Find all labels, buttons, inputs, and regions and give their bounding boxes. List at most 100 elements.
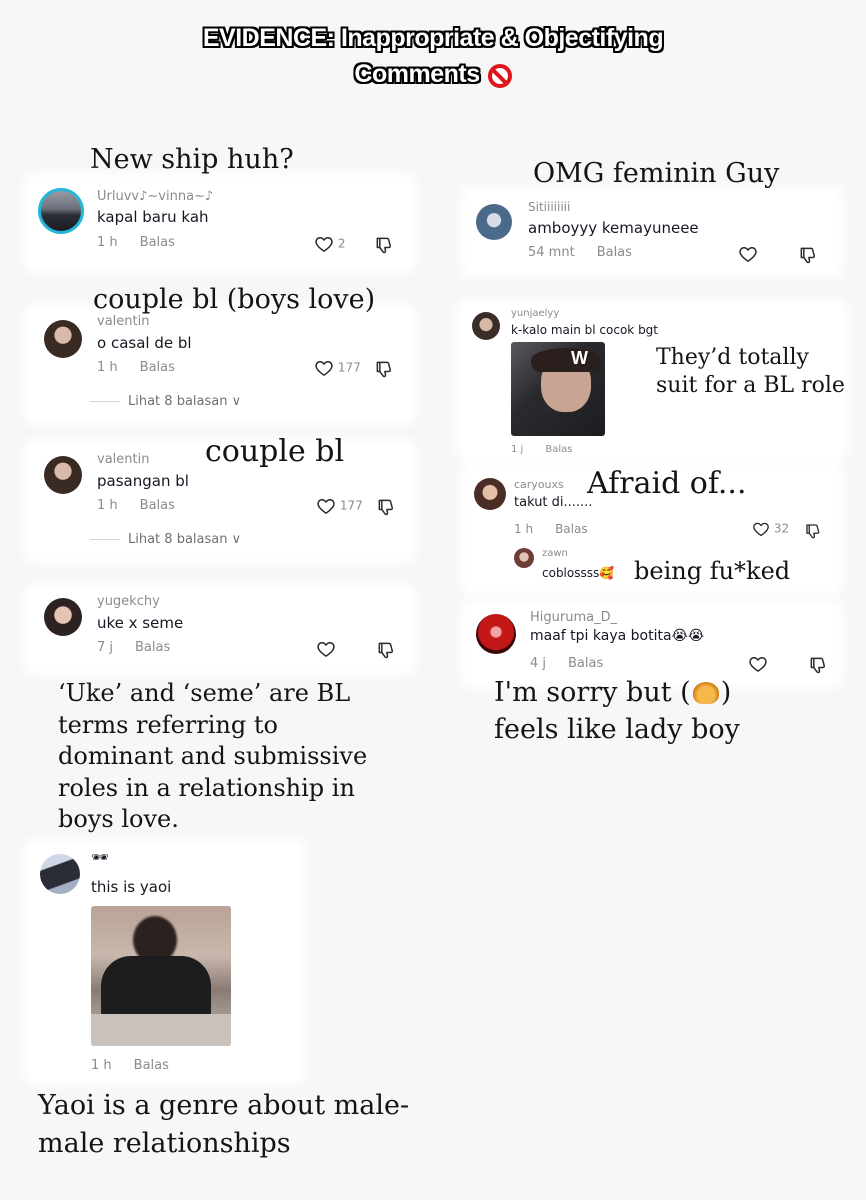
comment-username[interactable]: 🕶 xyxy=(91,850,109,866)
thumbs-down-icon xyxy=(376,497,396,517)
like-count: 2 xyxy=(337,236,346,251)
heart-outline-icon xyxy=(316,639,336,659)
like-button[interactable]: 177 xyxy=(316,496,363,516)
annotation-line: male relationships xyxy=(38,1128,291,1159)
comment-text: pasangan bl xyxy=(97,472,189,490)
heart-outline-icon xyxy=(314,234,334,254)
avatar[interactable] xyxy=(476,204,512,240)
dislike-button[interactable] xyxy=(376,496,396,517)
like-button[interactable]: 2 xyxy=(314,234,345,254)
like-button[interactable] xyxy=(316,639,336,659)
comment-card-5: 🕶 this is yaoi 1 h Balas xyxy=(30,844,300,1080)
heart-outline-icon xyxy=(738,244,758,264)
like-count: 177 xyxy=(337,360,361,375)
reply-button[interactable]: Balas xyxy=(140,235,175,250)
thumbs-down-icon xyxy=(376,640,396,660)
reply-button[interactable]: Balas xyxy=(134,1058,169,1073)
avatar[interactable] xyxy=(44,456,82,494)
comment-text: o casal de bl xyxy=(97,334,192,352)
comment-text: takut di....... xyxy=(514,495,593,510)
comment-username[interactable]: Urluvv♪~vinna~♪ xyxy=(97,189,213,204)
comment-username[interactable]: valentin xyxy=(97,452,149,467)
comment-time: 1 h xyxy=(514,522,534,536)
evidence-title: EVIDENCE: Inappropriate & Objectifying xyxy=(202,24,664,52)
annotation-afraid-of: Afraid of... xyxy=(587,466,747,501)
annotation-couple-bl: couple bl xyxy=(205,434,345,469)
annotation-line: dominant and submissive xyxy=(58,742,368,770)
avatar[interactable] xyxy=(514,548,534,568)
comment-username[interactable]: Higuruma_D_ xyxy=(530,610,617,625)
comment-time: 7 j xyxy=(97,640,114,655)
reply-button[interactable]: Balas xyxy=(140,498,175,513)
dislike-button[interactable] xyxy=(374,358,394,379)
annotation-line: ‘Uke’ and ‘seme’ are BL xyxy=(58,679,351,707)
dislike-button[interactable] xyxy=(374,234,394,255)
comment-meta: 1 h Balas xyxy=(514,522,588,536)
reply-button[interactable]: Balas xyxy=(135,640,170,655)
annotation-line: suit for a BL role xyxy=(656,373,845,398)
reply-button[interactable]: Balas xyxy=(140,360,175,375)
annotation-line: boys love. xyxy=(58,805,179,833)
dislike-button[interactable] xyxy=(376,639,396,660)
comment-text: amboyyy kemayuneee xyxy=(528,219,699,237)
avatar[interactable] xyxy=(40,854,80,894)
comment-text: maaf tpi kaya botita😭😭 xyxy=(530,628,705,644)
thumbs-down-icon xyxy=(808,655,828,675)
like-button[interactable]: 177 xyxy=(314,358,361,378)
comment-photo[interactable]: W xyxy=(511,342,605,436)
avatar[interactable] xyxy=(476,614,516,654)
annotation-text: I'm sorry but ( xyxy=(494,677,691,708)
comment-username[interactable]: yugekchy xyxy=(97,594,160,609)
comment-meta: 1 j Balas xyxy=(511,444,572,455)
annotation-line: feels like lady boy xyxy=(494,714,740,745)
thumbs-down-icon xyxy=(804,522,822,540)
like-button[interactable] xyxy=(738,244,758,264)
dislike-button[interactable] xyxy=(804,520,822,540)
annotation-text: ) xyxy=(720,677,732,708)
comment-time: 1 j xyxy=(511,444,524,455)
view-replies-button[interactable]: Lihat 8 balasan ∨ xyxy=(90,394,241,409)
prohibited-icon xyxy=(487,64,512,88)
like-button[interactable] xyxy=(748,654,768,674)
view-replies-button[interactable]: Lihat 8 balasan ∨ xyxy=(90,532,241,547)
reply-button[interactable]: Balas xyxy=(597,245,632,260)
avatar[interactable] xyxy=(44,598,82,636)
annotation-couple-bl-boys-love: couple bl (boys love) xyxy=(93,284,376,315)
comment-username[interactable]: caryouxs xyxy=(514,478,564,491)
like-count: 177 xyxy=(339,498,363,513)
annotation-being: being fu*ked xyxy=(634,557,791,585)
croissant-emoji xyxy=(692,682,719,704)
comment-time: 1 h xyxy=(97,498,118,513)
comment-meta: 1 h Balas xyxy=(97,360,175,375)
heart-outline-icon xyxy=(314,358,334,378)
comment-username[interactable]: Sitiiiiiiii xyxy=(528,200,570,214)
comment-card-1: Urluvv♪~vinna~♪ kapal baru kah 1 h Balas … xyxy=(30,178,410,268)
heart-outline-icon xyxy=(752,520,770,538)
comment-username[interactable]: yunjaelyy xyxy=(511,308,559,319)
photo-blanket xyxy=(91,1014,231,1046)
dislike-button[interactable] xyxy=(808,654,828,675)
avatar[interactable] xyxy=(472,312,500,340)
comment-meta: 1 h Balas xyxy=(97,498,175,513)
reply-button[interactable]: Balas xyxy=(568,656,603,671)
reply-button[interactable]: Balas xyxy=(545,444,572,455)
annotation-line: I'm sorry but () xyxy=(494,674,740,711)
comment-time: 1 h xyxy=(97,360,118,375)
avatar[interactable] xyxy=(44,320,82,358)
comment-card-2: valentin o casal de bl 1 h Balas 177 Liha… xyxy=(30,310,410,420)
annotation-line: Yaoi is a genre about male- xyxy=(38,1090,410,1121)
heart-outline-icon xyxy=(316,496,336,516)
dislike-button[interactable] xyxy=(798,244,818,265)
comment-time: 54 mnt xyxy=(528,245,575,260)
reply-button[interactable]: Balas xyxy=(555,522,588,536)
comment-meta: 4 j Balas xyxy=(530,656,603,671)
comment-text: kapal baru kah xyxy=(97,208,209,226)
comment-photo[interactable] xyxy=(91,906,231,1046)
avatar[interactable] xyxy=(38,188,84,234)
annotation-uke-seme-explanation: ‘Uke’ and ‘seme’ are BL terms referring … xyxy=(58,678,367,836)
avatar[interactable] xyxy=(474,478,506,510)
like-button[interactable]: 32 xyxy=(752,520,789,538)
evidence-title-comments: Comments xyxy=(354,60,480,88)
comment-text: k-kalo main bl cocok bgt xyxy=(511,323,659,337)
reply-username[interactable]: zawn xyxy=(542,548,568,559)
